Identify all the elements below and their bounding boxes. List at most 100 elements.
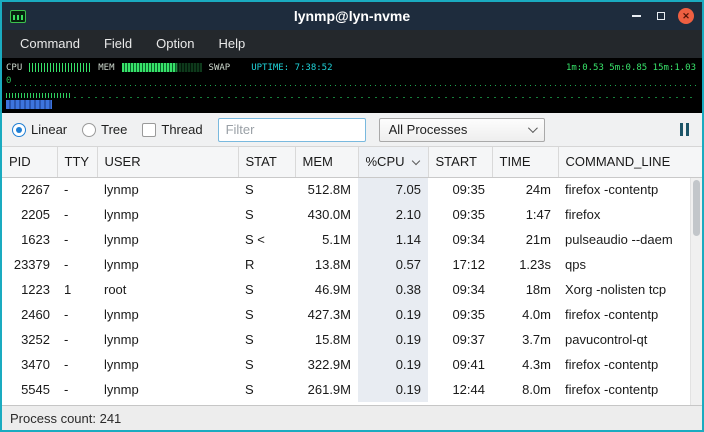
column-header-time[interactable]: TIME: [492, 147, 558, 177]
table-row[interactable]: 12231rootS46.9M0.3809:3418mXorg -noliste…: [2, 277, 702, 302]
table-row[interactable]: 2460-lynmpS427.3M0.1909:354.0mfirefox -c…: [2, 302, 702, 327]
cell-start: 09:35: [428, 202, 492, 227]
menu-field[interactable]: Field: [92, 30, 144, 58]
cell-user: lynmp: [97, 252, 238, 277]
vertical-scrollbar[interactable]: [690, 178, 702, 405]
column-header-pid[interactable]: PID: [2, 147, 57, 177]
cell-time: 18m: [492, 277, 558, 302]
cell-time: 8.0m: [492, 377, 558, 402]
cell-pid: 3252: [2, 327, 57, 352]
cell-start: 09:41: [428, 352, 492, 377]
restore-button[interactable]: [653, 8, 669, 24]
linear-radio[interactable]: [12, 123, 26, 137]
toolbar: Linear Tree Thread All Processes: [2, 113, 702, 147]
cell-user: lynmp: [97, 327, 238, 352]
view-linear-option[interactable]: Linear: [12, 122, 67, 137]
table-row[interactable]: 2267-lynmpS512.8M7.0509:3524mfirefox -co…: [2, 177, 702, 202]
column-label: TIME: [500, 154, 531, 169]
cell-tty: -: [57, 202, 97, 227]
cell-mem: 430.0M: [295, 202, 358, 227]
cell-start: 12:44: [428, 377, 492, 402]
minimize-button[interactable]: [628, 8, 644, 24]
cell-command-line: pulseaudio --daem: [558, 227, 702, 252]
cell-tty: -: [57, 377, 97, 402]
pause-button[interactable]: [677, 119, 692, 140]
statusbar: Process count: 241: [2, 405, 702, 430]
cell-start: 09:34: [428, 277, 492, 302]
cpu-history-graph: [15, 76, 696, 86]
cell-stat: S: [238, 327, 295, 352]
pause-icon: [686, 123, 689, 136]
cell-tty: -: [57, 177, 97, 202]
cell-command-line: firefox -contentp: [558, 177, 702, 202]
table-row[interactable]: 5545-lynmpS261.9M0.1912:448.0mfirefox -c…: [2, 377, 702, 402]
titlebar[interactable]: lynmp@lyn-nvme ✕: [2, 2, 702, 30]
column-header-command-line[interactable]: COMMAND_LINE: [558, 147, 702, 177]
cell-pid: 1623: [2, 227, 57, 252]
menu-command[interactable]: Command: [8, 30, 92, 58]
cell-stat: S: [238, 277, 295, 302]
table-row[interactable]: 3470-lynmpS322.9M0.1909:414.3mfirefox -c…: [2, 352, 702, 377]
sort-desc-icon: [411, 157, 419, 165]
table-header-row: PID TTYUSERSTAT MEM %CPUSTART TIME COMMAND_LI…: [2, 147, 702, 177]
column-header-tty[interactable]: TTY: [57, 147, 97, 177]
cell-tty: 1: [57, 277, 97, 302]
cell-cpu: 1.14: [358, 227, 428, 252]
menu-help[interactable]: Help: [206, 30, 257, 58]
cell-user: lynmp: [97, 177, 238, 202]
cell-command-line: qps: [558, 252, 702, 277]
filter-input[interactable]: [218, 118, 366, 142]
cpu-waveform: [6, 93, 70, 98]
cell-user: lynmp: [97, 377, 238, 402]
scrollbar-thumb[interactable]: [693, 180, 700, 236]
column-header-stat[interactable]: STAT: [238, 147, 295, 177]
cell-cpu: 0.19: [358, 377, 428, 402]
cell-user: lynmp: [97, 227, 238, 252]
column-header-cpu[interactable]: %CPU: [358, 147, 428, 177]
column-label: COMMAND_LINE: [566, 154, 671, 169]
cell-pid: 23379: [2, 252, 57, 277]
cell-pid: 5545: [2, 377, 57, 402]
process-scope-select[interactable]: All Processes: [379, 118, 545, 142]
thread-checkbox[interactable]: [142, 123, 156, 137]
cell-cpu: 0.38: [358, 277, 428, 302]
cell-pid: 2205: [2, 202, 57, 227]
close-button[interactable]: ✕: [678, 8, 694, 24]
cell-mem: 322.9M: [295, 352, 358, 377]
cell-command-line: firefox -contentp: [558, 302, 702, 327]
table-row[interactable]: 1623-lynmpS <5.1M1.1409:3421mpulseaudio …: [2, 227, 702, 252]
tree-radio[interactable]: [82, 123, 96, 137]
table-row[interactable]: 2205-lynmpS430.0M2.1009:351:47firefox: [2, 202, 702, 227]
cpu-meter: [29, 63, 91, 72]
thread-option[interactable]: Thread: [142, 122, 202, 137]
cell-tty: -: [57, 327, 97, 352]
cell-user: lynmp: [97, 302, 238, 327]
window-title: lynmp@lyn-nvme: [2, 8, 702, 24]
cell-tty: -: [57, 227, 97, 252]
cell-stat: S: [238, 352, 295, 377]
column-header-user[interactable]: USER: [97, 147, 238, 177]
cell-cpu: 0.19: [358, 302, 428, 327]
cell-time: 24m: [492, 177, 558, 202]
cell-cpu: 7.05: [358, 177, 428, 202]
cell-start: 09:37: [428, 327, 492, 352]
column-label: MEM: [303, 154, 333, 169]
column-label: PID: [9, 154, 31, 169]
process-table: PID TTYUSERSTAT MEM %CPUSTART TIME COMMAND_LI…: [2, 147, 702, 405]
column-header-start[interactable]: START: [428, 147, 492, 177]
table-row[interactable]: 23379-lynmpR13.8M0.5717:121.23sqps: [2, 252, 702, 277]
column-header-mem[interactable]: MEM: [295, 147, 358, 177]
window-controls: ✕: [628, 8, 702, 24]
cell-cpu: 0.57: [358, 252, 428, 277]
process-table-body: 2267-lynmpS512.8M7.0509:3524mfirefox -co…: [2, 177, 702, 402]
cell-tty: -: [57, 302, 97, 327]
menu-option[interactable]: Option: [144, 30, 206, 58]
table-row[interactable]: 3252-lynmpS15.8M0.1909:373.7mpavucontrol…: [2, 327, 702, 352]
view-tree-option[interactable]: Tree: [82, 122, 127, 137]
cell-start: 09:35: [428, 177, 492, 202]
monitor-selection[interactable]: [6, 100, 52, 109]
menubar: CommandFieldOptionHelp: [2, 30, 702, 58]
cell-command-line: firefox: [558, 202, 702, 227]
cell-stat: S <: [238, 227, 295, 252]
thread-label: Thread: [161, 122, 202, 137]
